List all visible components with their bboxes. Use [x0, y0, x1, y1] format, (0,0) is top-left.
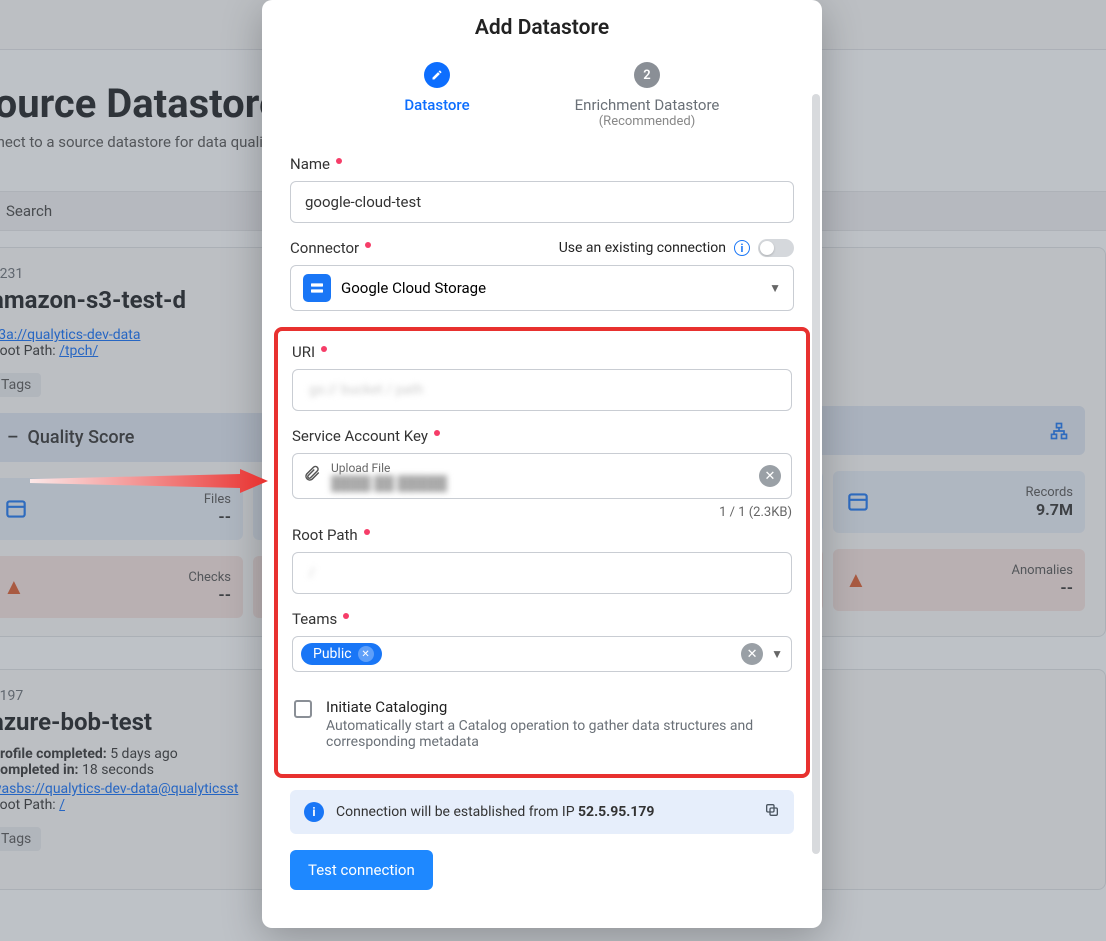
connector-value: Google Cloud Storage — [341, 279, 486, 297]
clear-file-button[interactable]: ✕ — [759, 465, 781, 487]
test-connection-button[interactable]: Test connection — [290, 850, 433, 890]
teams-select[interactable]: Public ✕ ✕ ▼ — [292, 636, 792, 672]
remove-chip-icon[interactable]: ✕ — [358, 646, 374, 662]
copy-ip-button[interactable] — [764, 802, 780, 822]
chevron-down-icon: ▼ — [771, 647, 783, 661]
required-dot — [434, 430, 440, 436]
gcs-icon — [303, 274, 331, 302]
chevron-down-icon: ▼ — [769, 281, 781, 295]
uri-label: URI — [292, 343, 792, 361]
highlighted-section: URI gs:// bucket / path Service Account … — [274, 327, 810, 778]
initiate-cataloging-desc: Automatically start a Catalog operation … — [326, 718, 790, 750]
file-upload-field[interactable]: Upload File ████ ██ █████ ✕ — [292, 453, 792, 499]
clear-teams-button[interactable]: ✕ — [741, 643, 763, 665]
service-account-key-label: Service Account Key — [292, 427, 792, 445]
modal-title: Add Datastore — [262, 0, 822, 62]
connection-msg-prefix: Connection will be established from IP — [336, 804, 578, 820]
stepper: Datastore 2 Enrichment Datastore (Recomm… — [290, 62, 794, 129]
scrollbar-thumb[interactable] — [812, 94, 820, 854]
add-datastore-modal: Add Datastore Datastore 2 Enrichment Dat… — [262, 0, 822, 928]
step-2-label: Enrichment Datastore — [575, 96, 720, 114]
connection-ip: 52.5.95.179 — [578, 804, 654, 820]
initiate-cataloging-row[interactable]: Initiate Cataloging Automatically start … — [292, 688, 792, 754]
connection-ip-banner: i Connection will be established from IP… — [290, 790, 794, 834]
step-1-circle[interactable] — [424, 62, 450, 88]
attachment-icon — [303, 465, 321, 488]
pencil-icon — [431, 69, 443, 81]
initiate-cataloging-checkbox[interactable] — [294, 700, 312, 718]
required-dot — [336, 158, 342, 164]
uploaded-filename: ████ ██ █████ — [331, 475, 749, 492]
required-dot — [343, 613, 349, 619]
teams-label: Teams — [292, 610, 792, 628]
uri-input[interactable]: gs:// bucket / path — [292, 369, 792, 411]
root-path-label: Root Path — [292, 526, 792, 544]
connector-label: Connector — [290, 239, 371, 257]
connector-select[interactable]: Google Cloud Storage ▼ — [290, 265, 794, 311]
team-chip-public[interactable]: Public ✕ — [301, 643, 382, 665]
initiate-cataloging-title: Initiate Cataloging — [326, 698, 790, 716]
root-path-input[interactable]: / — [292, 552, 792, 594]
upload-file-label: Upload File — [331, 461, 749, 475]
step-2-circle[interactable]: 2 — [634, 62, 660, 88]
step-1-label: Datastore — [404, 96, 469, 114]
existing-connection-label: Use an existing connection — [559, 240, 726, 256]
info-icon: i — [304, 802, 324, 822]
existing-connection-toggle[interactable] — [758, 239, 794, 257]
name-input[interactable] — [290, 181, 794, 223]
file-count-label: 1 / 1 (2.3KB) — [292, 505, 792, 520]
step-2-sub: (Recommended) — [599, 114, 696, 129]
required-dot — [364, 529, 370, 535]
required-dot — [365, 242, 371, 248]
info-icon[interactable]: i — [734, 240, 750, 256]
name-label: Name — [290, 155, 794, 173]
required-dot — [321, 346, 327, 352]
